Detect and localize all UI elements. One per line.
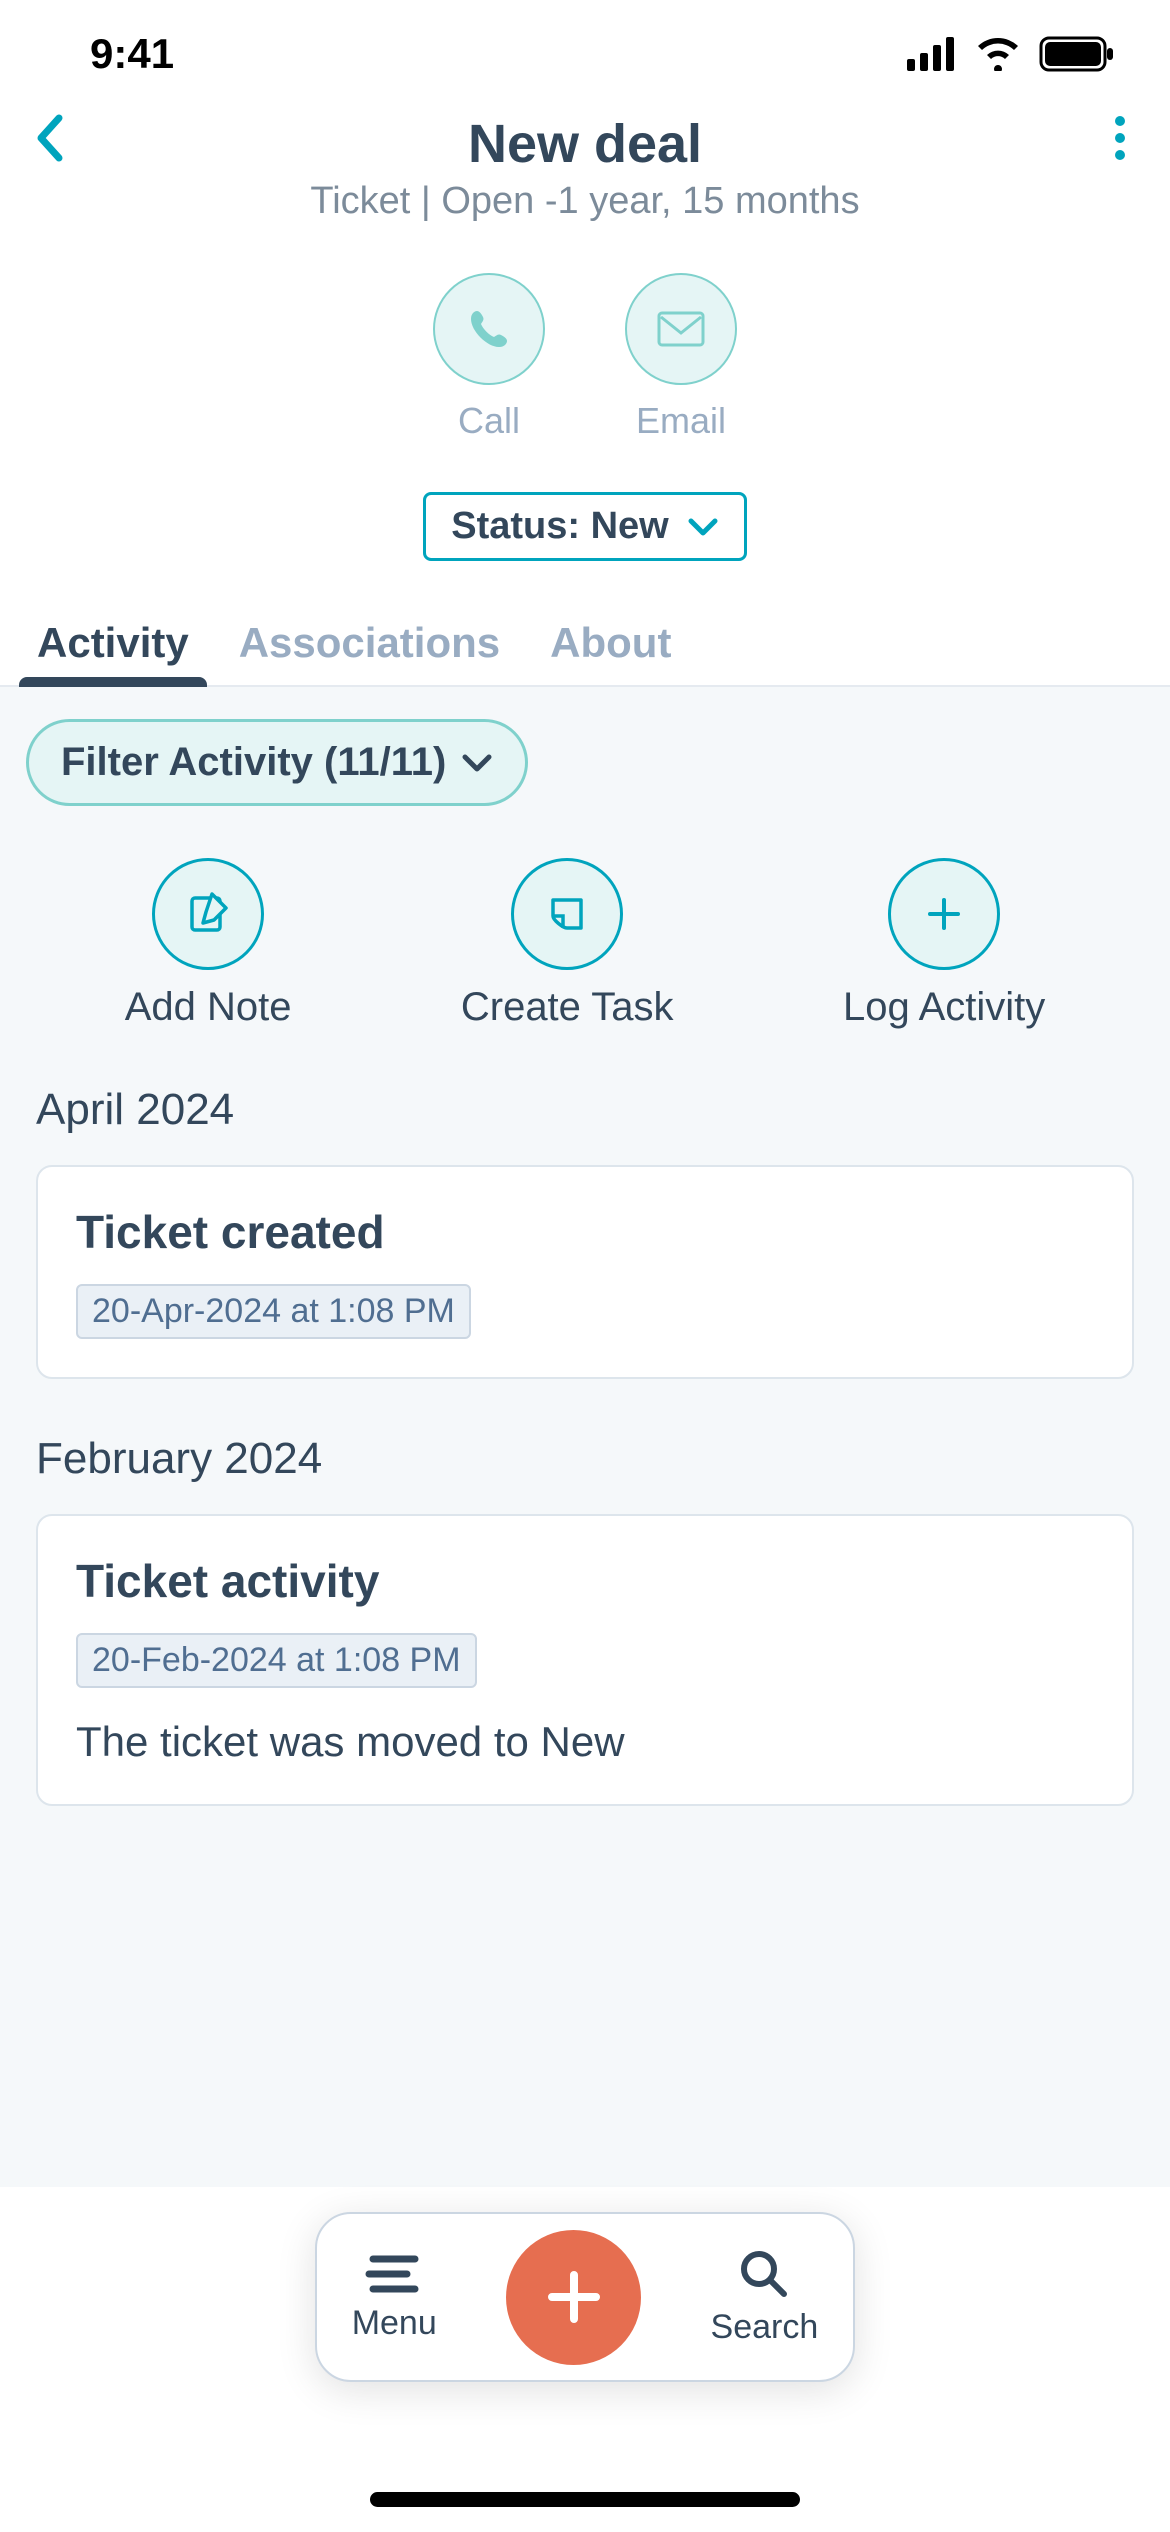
- log-activity-button[interactable]: Log Activity: [843, 858, 1045, 1030]
- create-task-button[interactable]: Create Task: [461, 858, 674, 1030]
- card-ticket-activity[interactable]: Ticket activity 20-Feb-2024 at 1:08 PM T…: [36, 1514, 1134, 1806]
- plus-icon: [542, 2265, 606, 2329]
- chevron-down-icon: [461, 753, 493, 773]
- tab-about[interactable]: About: [550, 601, 671, 685]
- month-april: April 2024: [0, 1070, 1170, 1150]
- filter-label: Filter Activity (11/11): [61, 740, 446, 785]
- email-label: Email: [636, 400, 726, 442]
- action-row: Add Note Create Task Log Activity: [0, 838, 1170, 1070]
- back-button[interactable]: [30, 108, 70, 168]
- email-button[interactable]: Email: [625, 273, 737, 442]
- status-dropdown[interactable]: Status: New: [423, 492, 746, 561]
- phone-icon: [467, 307, 511, 351]
- add-note-label: Add Note: [125, 985, 292, 1030]
- card-body: The ticket was moved to New: [76, 1718, 1094, 1766]
- header: New deal Ticket | Open -1 year, 15 month…: [0, 98, 1170, 243]
- filter-activity-button[interactable]: Filter Activity (11/11): [26, 719, 528, 806]
- menu-icon: [365, 2252, 423, 2296]
- call-button[interactable]: Call: [433, 273, 545, 442]
- note-icon: [186, 892, 230, 936]
- wifi-icon: [975, 37, 1021, 71]
- tabs: Activity Associations About: [0, 601, 1170, 687]
- page-subtitle: Ticket | Open -1 year, 15 months: [70, 180, 1100, 223]
- menu-button[interactable]: Menu: [352, 2252, 437, 2343]
- filter-bar: Filter Activity (11/11): [0, 687, 1170, 838]
- tab-activity[interactable]: Activity: [37, 601, 189, 685]
- card-date: 20-Feb-2024 at 1:08 PM: [76, 1633, 477, 1688]
- status-icons: [907, 36, 1115, 72]
- card-title: Ticket created: [76, 1205, 1094, 1259]
- card-date: 20-Apr-2024 at 1:08 PM: [76, 1284, 471, 1339]
- email-icon: [657, 311, 705, 347]
- search-icon: [738, 2248, 790, 2300]
- card-ticket-created[interactable]: Ticket created 20-Apr-2024 at 1:08 PM: [36, 1165, 1134, 1379]
- tab-associations[interactable]: Associations: [239, 601, 500, 685]
- more-button[interactable]: [1100, 108, 1140, 168]
- plus-icon: [922, 892, 966, 936]
- search-label: Search: [711, 2308, 819, 2347]
- bottom-nav: Menu Search: [315, 2212, 855, 2382]
- content-area: Filter Activity (11/11) Add Note Create …: [0, 687, 1170, 2187]
- battery-icon: [1039, 36, 1115, 72]
- status-bar: 9:41: [0, 0, 1170, 98]
- log-activity-label: Log Activity: [843, 985, 1045, 1030]
- status-dropdown-container: Status: New: [0, 492, 1170, 561]
- signal-icon: [907, 37, 957, 71]
- home-indicator[interactable]: [370, 2492, 800, 2507]
- call-label: Call: [458, 400, 520, 442]
- quick-actions: Call Email: [0, 243, 1170, 472]
- card-title: Ticket activity: [76, 1554, 1094, 1608]
- task-icon: [545, 892, 589, 936]
- create-task-label: Create Task: [461, 985, 674, 1030]
- search-button[interactable]: Search: [711, 2248, 819, 2347]
- more-vertical-icon: [1115, 116, 1125, 160]
- chevron-down-icon: [687, 517, 719, 537]
- status-time: 9:41: [90, 30, 174, 78]
- add-note-button[interactable]: Add Note: [125, 858, 292, 1030]
- fab-add-button[interactable]: [506, 2230, 641, 2365]
- header-center: New deal Ticket | Open -1 year, 15 month…: [70, 108, 1100, 223]
- menu-label: Menu: [352, 2304, 437, 2343]
- status-label: Status: New: [451, 505, 668, 548]
- page-title: New deal: [70, 113, 1100, 175]
- month-february: February 2024: [0, 1419, 1170, 1499]
- chevron-left-icon: [34, 113, 66, 163]
